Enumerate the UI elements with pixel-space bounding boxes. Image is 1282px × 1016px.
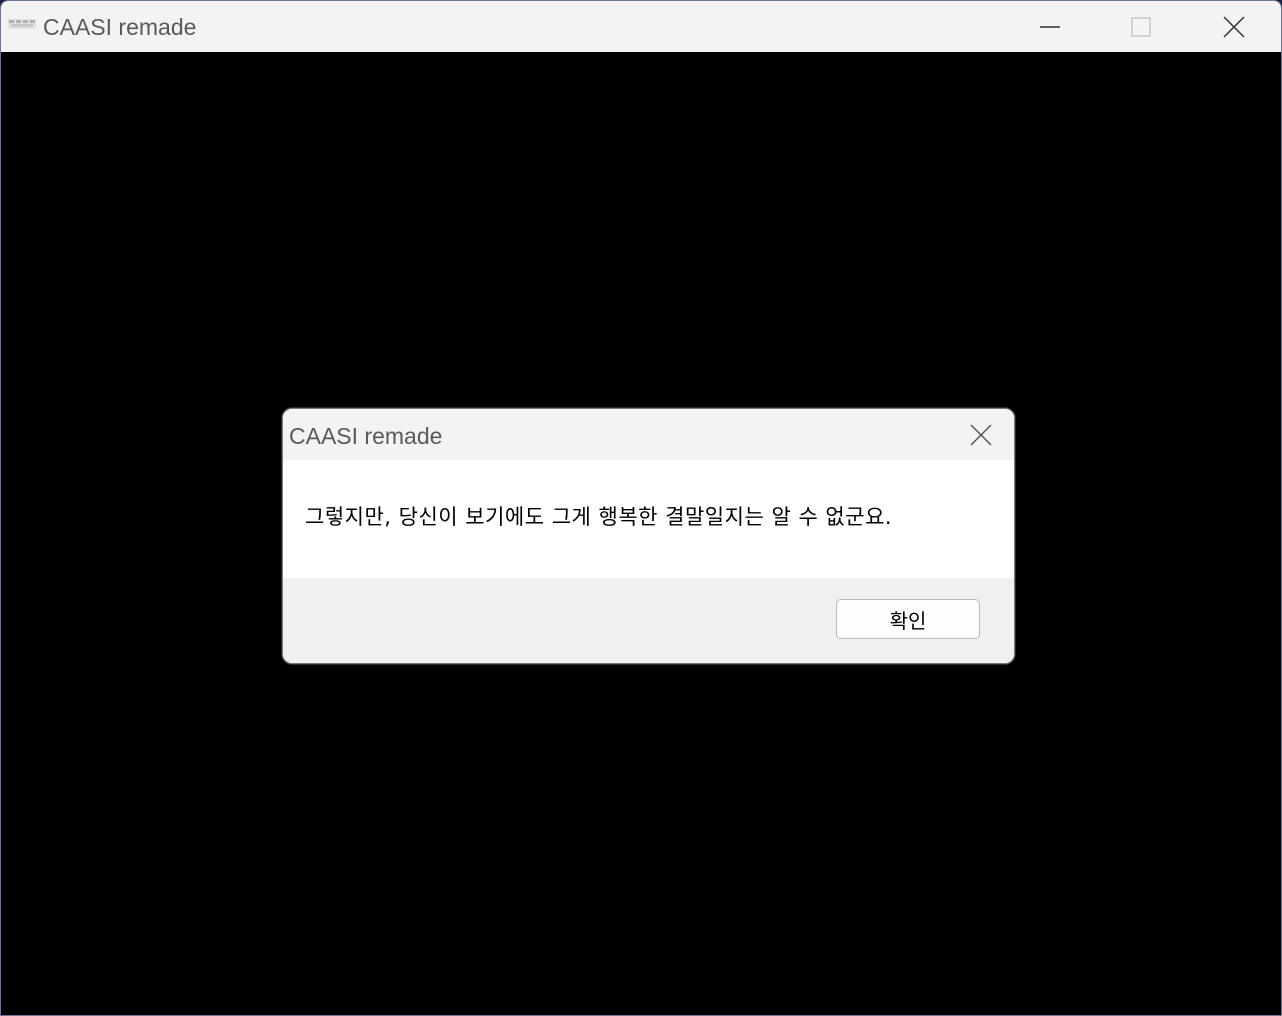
close-icon: [1223, 15, 1245, 38]
minimize-icon: [1040, 25, 1060, 28]
dialog-message: 그렇지만, 당신이 보기에도 그게 행복한 결말일지는 알 수 없군요.: [305, 505, 893, 529]
close-icon: [970, 424, 992, 446]
ok-button[interactable]: 확인: [836, 599, 980, 639]
window-close-button[interactable]: [1188, 1, 1280, 52]
window-titlebar[interactable]: CAASI remade: [1, 1, 1281, 52]
maximize-button[interactable]: [1095, 1, 1187, 52]
dialog-title: CAASI remade: [289, 423, 443, 449]
dialog-close-button[interactable]: [963, 417, 999, 453]
dialog-footer: 확인: [283, 578, 1014, 663]
maximize-icon: [1131, 16, 1151, 37]
dialog-titlebar[interactable]: CAASI remade: [283, 409, 1014, 460]
dialog-body: 그렇지만, 당신이 보기에도 그게 행복한 결말일지는 알 수 없군요.: [283, 460, 1014, 578]
app-logo-icon: [8, 19, 36, 29]
minimize-button[interactable]: [1004, 1, 1096, 52]
window-title: CAASI remade: [43, 14, 197, 40]
message-dialog: CAASI remade 그렇지만, 당신이 보기에도 그게 행복한 결말일지는…: [282, 408, 1015, 664]
